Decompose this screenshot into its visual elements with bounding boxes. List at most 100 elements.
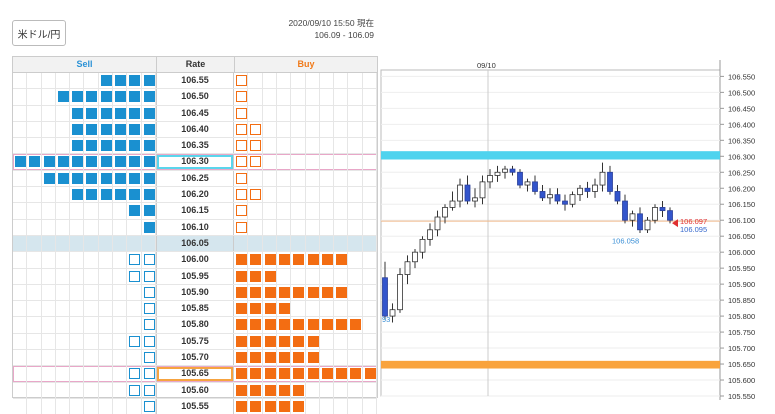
y-tick-label: 105.800 — [728, 312, 755, 321]
sell-cell — [142, 284, 156, 301]
buy-header: Buy — [297, 59, 315, 69]
order-book-row: 105.90 — [13, 284, 377, 302]
sell-cell — [56, 121, 71, 138]
buy-cell — [291, 252, 306, 269]
buy-cell — [320, 187, 335, 204]
sell-cell — [127, 284, 142, 301]
sell-cell — [142, 268, 156, 285]
buy-cells — [234, 268, 377, 285]
buy-cell — [277, 121, 292, 138]
sell-cell — [42, 317, 56, 334]
currency-pair-button[interactable]: 米ドル/円 — [12, 20, 66, 46]
buy-cell — [291, 154, 306, 171]
buy-cells — [234, 170, 377, 187]
buy-cell — [320, 252, 335, 269]
buy-cell — [263, 268, 277, 285]
sell-cell — [70, 105, 85, 122]
buy-cell — [334, 333, 349, 350]
buy-cell — [306, 187, 320, 204]
sell-cell — [84, 317, 99, 334]
sell-order-block — [100, 91, 112, 103]
buy-cell — [277, 333, 292, 350]
sell-position-block — [143, 303, 155, 315]
sell-cell — [27, 170, 42, 187]
rate-cell: 106.15 — [155, 203, 235, 219]
buy-cell — [363, 284, 377, 301]
buy-order-block — [236, 286, 248, 298]
sell-cell — [70, 187, 85, 204]
sell-cell — [13, 350, 28, 367]
buy-cell — [277, 170, 292, 187]
sell-cell — [113, 350, 128, 367]
buy-cell — [291, 235, 306, 252]
sell-cell — [13, 268, 28, 285]
buy-position-block — [236, 189, 248, 201]
buy-cell — [348, 219, 363, 236]
sell-cell — [70, 317, 85, 334]
sell-position-block — [129, 254, 141, 266]
buy-cell — [277, 366, 292, 383]
buy-cell — [334, 203, 349, 220]
sell-cell — [99, 105, 114, 122]
sell-cells — [13, 366, 156, 383]
buy-cell — [363, 382, 377, 399]
sell-cell — [27, 89, 42, 106]
sell-cell — [113, 235, 128, 252]
buy-cell — [234, 105, 249, 122]
buy-cell — [248, 366, 263, 383]
buy-cell — [248, 219, 263, 236]
buy-cell — [334, 235, 349, 252]
rate-cell: 106.50 — [155, 89, 235, 105]
sell-order-block — [143, 189, 155, 201]
buy-cell — [291, 366, 306, 383]
buy-cell — [234, 301, 249, 318]
buy-cell — [234, 268, 249, 285]
buy-cells — [234, 73, 377, 89]
buy-position-block — [250, 156, 262, 168]
buy-cell — [291, 284, 306, 301]
buy-cell — [291, 89, 306, 106]
sell-cell — [99, 219, 114, 236]
y-tick-label: 105.850 — [728, 296, 755, 305]
sell-cell — [70, 333, 85, 350]
buy-cells — [234, 301, 377, 318]
buy-cell — [363, 317, 377, 334]
sell-order-block — [143, 107, 155, 119]
sell-cell — [99, 203, 114, 220]
left-price-label: 93 — [382, 315, 390, 324]
order-book-row: 106.30 — [13, 154, 377, 171]
sell-cell — [56, 89, 71, 106]
buy-order-block — [321, 368, 333, 380]
sell-order-block — [57, 91, 69, 103]
candle-body — [629, 213, 636, 221]
order-book-row: 106.20 — [13, 187, 377, 204]
buy-cells — [234, 203, 377, 220]
buy-cell — [277, 73, 292, 89]
sell-cell — [27, 235, 42, 252]
buy-cell — [234, 398, 249, 414]
sell-cell — [56, 268, 71, 285]
buy-order-block — [293, 254, 305, 266]
sell-cell — [113, 398, 128, 414]
sell-order-block — [100, 107, 112, 119]
buy-position-block — [236, 107, 248, 119]
buy-cell — [248, 350, 263, 367]
rate-cell: 106.20 — [155, 187, 235, 203]
buy-cell — [334, 317, 349, 334]
buy-cell — [348, 154, 363, 171]
sell-order-block — [86, 172, 98, 184]
buy-position-block — [236, 140, 248, 152]
sell-cell — [13, 187, 28, 204]
y-tick-label: 105.600 — [728, 376, 755, 385]
sell-cell — [142, 235, 156, 252]
sell-cell — [142, 121, 156, 138]
order-book-header: Sell Rate Buy — [13, 57, 377, 73]
y-tick-label: 106.150 — [728, 200, 755, 209]
y-tick-label: 106.250 — [728, 168, 755, 177]
buy-order-block — [250, 400, 262, 412]
buy-cell — [363, 301, 377, 318]
sell-cell — [99, 73, 114, 89]
sell-cell — [142, 89, 156, 106]
sell-order-block — [115, 91, 127, 103]
sell-cell — [142, 105, 156, 122]
